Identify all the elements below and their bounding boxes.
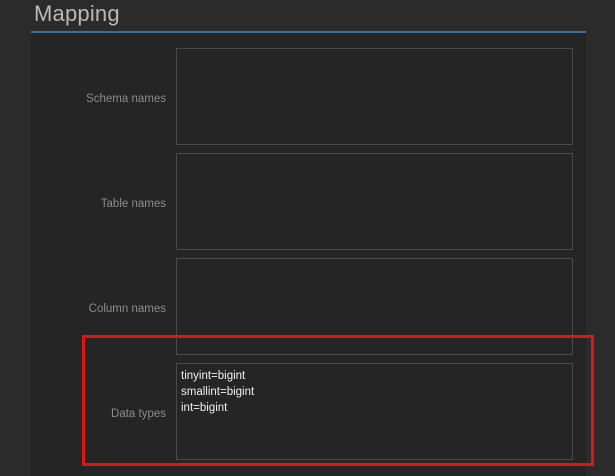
mapping-panel: Schema names Table names Column names Da… xyxy=(31,33,586,476)
data-types-field[interactable]: tinyint=bigint smallint=bigint int=bigin… xyxy=(176,363,573,460)
table-names-field[interactable] xyxy=(176,153,573,250)
schema-names-label: Schema names xyxy=(86,93,166,105)
data-types-label: Data types xyxy=(111,408,166,420)
column-names-label: Column names xyxy=(88,303,166,315)
column-names-field[interactable] xyxy=(176,258,573,355)
mapping-settings-page: Mapping Schema names Table names Column … xyxy=(0,0,615,476)
section-title: Mapping xyxy=(34,1,120,26)
table-names-label: Table names xyxy=(100,198,166,210)
schema-names-field[interactable] xyxy=(176,48,573,145)
